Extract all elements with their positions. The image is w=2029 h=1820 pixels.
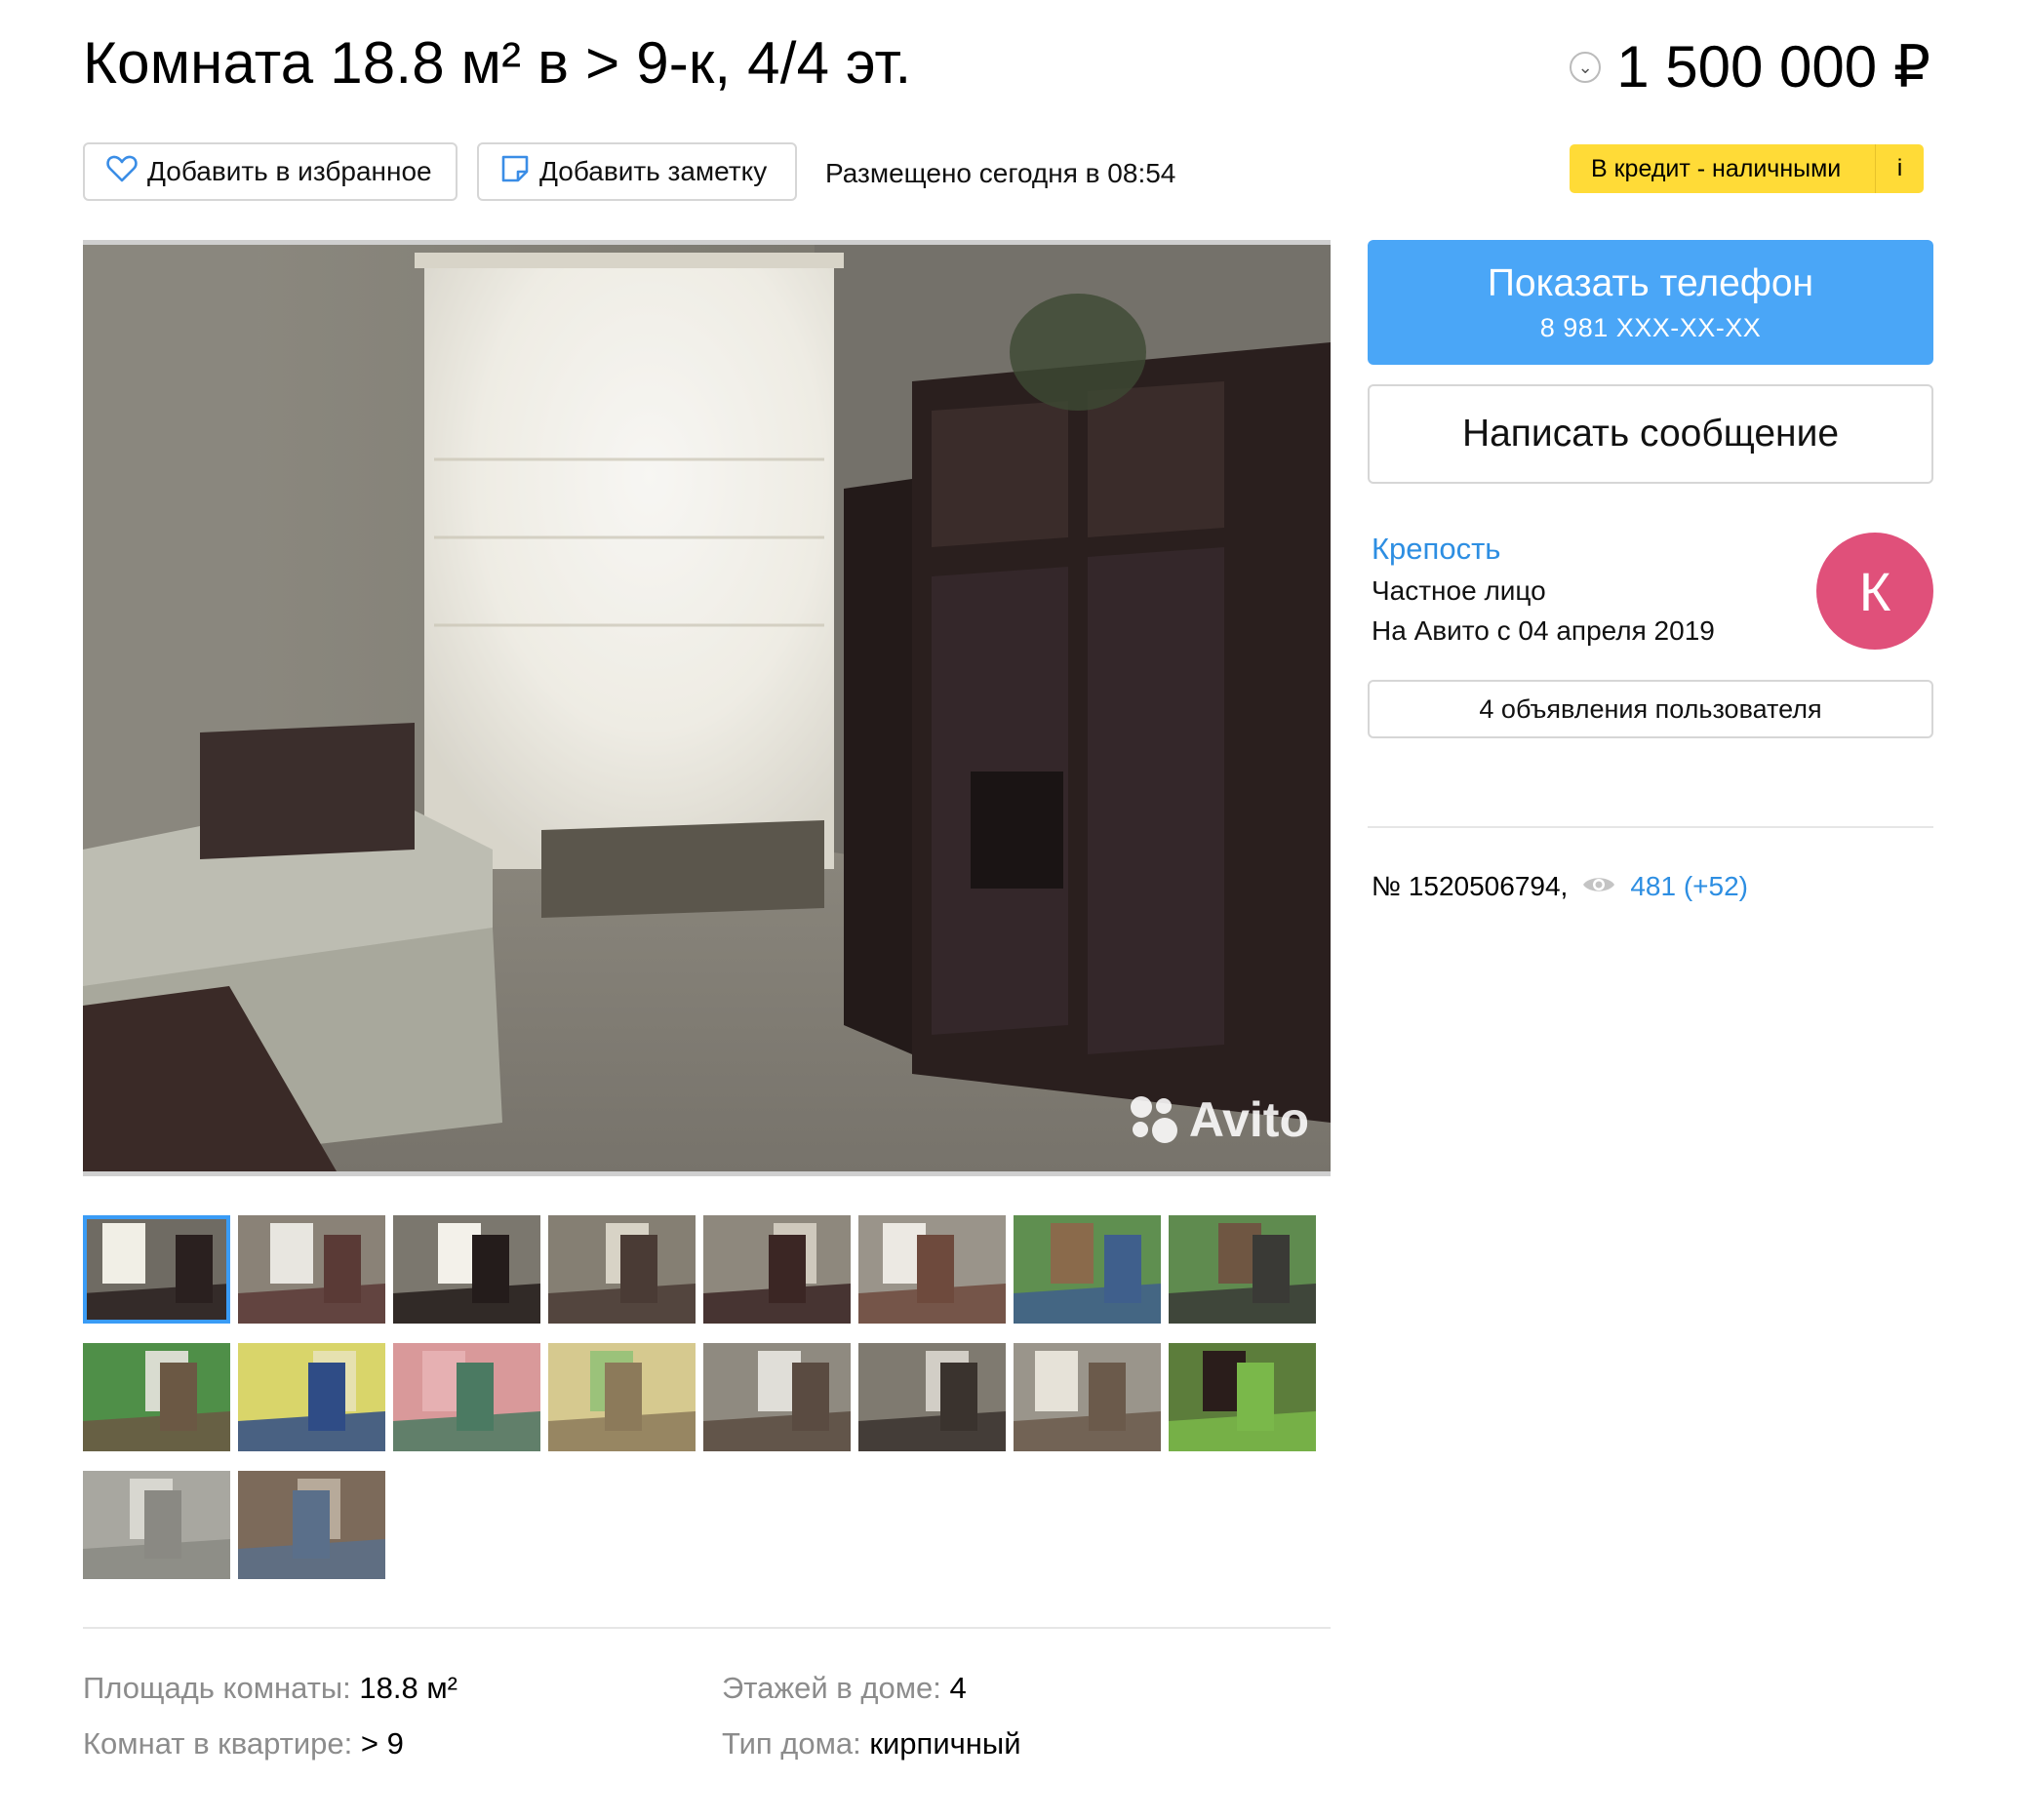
param-rooms: Комнат в квартире: > 9 — [83, 1726, 404, 1761]
views-count[interactable]: 481 (+52) — [1630, 871, 1748, 902]
avito-logo-icon — [1129, 1094, 1179, 1145]
chevron-down-icon[interactable]: ⌄ — [1570, 52, 1602, 83]
param-key: Комнат в квартире: — [83, 1726, 353, 1761]
params-divider — [83, 1627, 1331, 1629]
photo-thumbnail[interactable] — [1014, 1215, 1161, 1324]
photo-thumbnail[interactable] — [1169, 1343, 1316, 1451]
note-icon — [500, 154, 530, 190]
photo-thumbnail[interactable] — [83, 1215, 230, 1324]
photo-thumbnail[interactable] — [858, 1343, 1006, 1451]
credit-label[interactable]: В кредит - наличными — [1570, 155, 1875, 183]
info-icon[interactable]: i — [1875, 144, 1924, 193]
add-note-button[interactable]: Добавить заметку — [477, 142, 797, 201]
seller-ads-button[interactable]: 4 объявления пользователя — [1368, 680, 1933, 738]
write-message-button[interactable]: Написать сообщение — [1368, 384, 1933, 484]
watermark-text: Avito — [1188, 1092, 1309, 1147]
photo-thumbnail[interactable] — [548, 1343, 696, 1451]
main-photo[interactable]: Avito — [83, 240, 1331, 1176]
param-room-area: Площадь комнаты: 18.8 м² — [83, 1671, 458, 1706]
heart-icon — [106, 154, 138, 190]
photo-thumbnail[interactable] — [548, 1215, 696, 1324]
eye-icon — [1581, 871, 1616, 902]
listing-stats: № 1520506794, 481 (+52) — [1372, 871, 1748, 902]
sidebar-divider — [1368, 826, 1933, 828]
listing-number: № 1520506794, — [1372, 871, 1569, 901]
param-house-type: Тип дома: кирпичный — [722, 1726, 1021, 1761]
posted-date: Размещено сегодня в 08:54 — [825, 158, 1176, 188]
seller-since: На Авито с 04 апреля 2019 — [1372, 615, 1715, 646]
price-block: ⌄ 1 500 000 ₽ — [1570, 33, 1930, 101]
note-label: Добавить заметку — [539, 156, 768, 186]
photo-thumbnail[interactable] — [393, 1215, 540, 1324]
seller-name-link[interactable]: Крепость — [1372, 532, 1500, 567]
listing-price: 1 500 000 ₽ — [1616, 34, 1930, 99]
photo-thumbnail[interactable] — [1169, 1215, 1316, 1324]
param-key: Тип дома: — [722, 1726, 861, 1761]
param-floors: Этажей в доме: 4 — [722, 1671, 967, 1706]
photo-thumbnail[interactable] — [83, 1471, 230, 1579]
photo-thumbnail[interactable] — [858, 1215, 1006, 1324]
photo-thumbnail[interactable] — [238, 1343, 385, 1451]
photo-thumbnail[interactable] — [393, 1343, 540, 1451]
param-key: Этажей в доме: — [722, 1671, 941, 1705]
photo-thumbnail[interactable] — [703, 1215, 851, 1324]
photo-thumbnail[interactable] — [703, 1343, 851, 1451]
listing-title: Комната 18.8 м² в > 9-к, 4/4 эт. — [83, 30, 912, 96]
avito-watermark: Avito — [1129, 1091, 1309, 1148]
credit-badge[interactable]: В кредит - наличными i — [1570, 144, 1924, 193]
show-phone-button[interactable]: Показать телефон 8 981 XXX-XX-XX — [1368, 240, 1933, 365]
favorite-label: Добавить в избранное — [147, 156, 432, 186]
param-value: кирпичный — [869, 1726, 1021, 1761]
param-value: 18.8 м² — [359, 1671, 458, 1705]
masked-phone: 8 981 XXX-XX-XX — [1539, 312, 1762, 342]
photo-thumbnail[interactable] — [1014, 1343, 1161, 1451]
avatar[interactable]: К — [1816, 533, 1933, 650]
photo-thumbnail[interactable] — [83, 1343, 230, 1451]
param-value: > 9 — [360, 1726, 404, 1761]
photo-thumbnail[interactable] — [238, 1215, 385, 1324]
add-to-favorites-button[interactable]: Добавить в избранное — [83, 142, 458, 201]
param-key: Площадь комнаты: — [83, 1671, 351, 1705]
photo-thumbnail[interactable] — [238, 1471, 385, 1579]
show-phone-label: Показать телефон — [1487, 261, 1814, 304]
seller-type: Частное лицо — [1372, 575, 1546, 606]
param-value: 4 — [949, 1671, 967, 1705]
